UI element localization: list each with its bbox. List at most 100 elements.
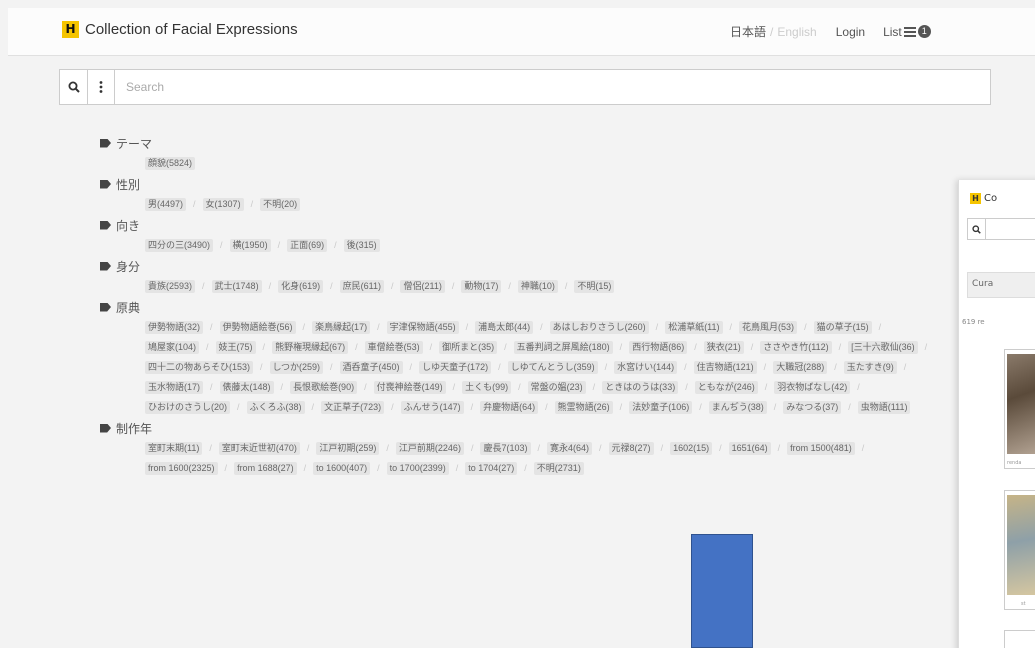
facet-filter-chip[interactable]: 酒呑童子(450) [339, 361, 403, 374]
facet-filter-chip[interactable]: 四分の三(3490) [145, 239, 214, 252]
facet-filter-chip[interactable]: 五番判詞之屏風絵(180) [513, 341, 613, 354]
chip-separator: / [334, 240, 337, 250]
facet-filter-chip[interactable]: 元禄8(27) [608, 442, 654, 455]
facet-filter-chip[interactable]: 花鳥風月(53) [739, 321, 798, 334]
facet-filter-chip[interactable]: 玉たすき(9) [843, 361, 897, 374]
brand[interactable]: H Collection of Facial Expressions [62, 21, 298, 38]
facet-filter-chip[interactable]: 男(4497) [145, 198, 187, 211]
facet-filter-chip[interactable]: 伊勢物語絵巻(56) [219, 321, 296, 334]
facet-filter-chip[interactable]: ときはのうは(33) [602, 381, 679, 394]
tag-icon [100, 423, 111, 433]
facet-filter-chip[interactable]: from 1600(2325) [145, 462, 218, 475]
facet-filter-chip[interactable]: 松浦草紙(11) [665, 321, 723, 334]
facet-filter-chip[interactable]: 宇津保物語(455) [386, 321, 459, 334]
facet-filter-chip[interactable]: 僧侶(211) [400, 280, 445, 293]
facet-filter-chip[interactable]: 妓王(75) [215, 341, 256, 354]
facet-filter-chip[interactable]: 慶長7(103) [480, 442, 531, 455]
facet-filter-chip[interactable]: ささやき竹(112) [760, 341, 832, 354]
facet-filter-chip[interactable]: 玉水物語(17) [145, 381, 204, 394]
facet-filter-chip[interactable]: 動物(17) [461, 280, 502, 293]
facet-filter-chip[interactable]: 寛永4(64) [547, 442, 593, 455]
facet-filter-chip[interactable]: 俵藤太(148) [219, 381, 274, 394]
facet-filter-chip[interactable]: 後(315) [343, 239, 380, 252]
result-thumbnail[interactable]: st [1004, 490, 1035, 610]
facet-filter-chip[interactable]: しゆてんとうし(359) [507, 361, 598, 374]
facet-filter-chip[interactable]: 熊野権現縁起(67) [272, 341, 349, 354]
facet-filter-chip[interactable]: 常盤の媼(23) [527, 381, 586, 394]
facet-filter-chip[interactable]: 猫の草子(15) [813, 321, 872, 334]
facet-filter-chip[interactable]: 付喪神絵巻(149) [373, 381, 446, 394]
facet-filter-chip[interactable]: 大職冠(288) [773, 361, 828, 374]
facet-filter-chip[interactable]: ひおけのさうし(20) [145, 401, 231, 414]
facet-filter-chip[interactable]: ともなが(246) [694, 381, 758, 394]
facet-filter-chip[interactable]: 御所まと(35) [439, 341, 498, 354]
facet-filter-chip[interactable]: 西行物語(86) [629, 341, 688, 354]
facet-filter-chip[interactable]: to 1704(27) [465, 462, 518, 475]
facet-filter-chip[interactable]: ふくろふ(38) [246, 401, 305, 414]
chip-separator: / [455, 463, 459, 473]
facet-filter-chip[interactable]: 室町末近世初(470) [218, 442, 300, 455]
facet-filter-chip[interactable]: from 1500(481) [787, 442, 855, 455]
facet-filter-chip[interactable]: まんぢう(38) [708, 401, 767, 414]
facet-filter-chip[interactable]: ふんせう(147) [400, 401, 464, 414]
facet-filter-chip[interactable]: 楽鳥縁起(17) [312, 321, 371, 334]
facet-filter-chip[interactable]: 化身(619) [278, 280, 324, 293]
facet-filter-chip[interactable]: 庶民(611) [339, 280, 384, 293]
result-thumbnail[interactable]: renda [1004, 349, 1035, 469]
facet-filter-chip[interactable]: 横(1950) [229, 239, 271, 252]
facet-filter-chip[interactable]: 水宮けい(144) [614, 361, 678, 374]
facet-filter-chip[interactable]: 弁慶物語(64) [480, 401, 539, 414]
facet-filter-chip[interactable]: to 1700(2399) [386, 462, 449, 475]
facet-filter-chip[interactable]: 文正草子(723) [321, 401, 385, 414]
facet-filter-chip[interactable]: 羽衣物ばなし(42) [774, 381, 851, 394]
facet-filter-chip[interactable]: from 1688(27) [234, 462, 297, 475]
facet-filter-chip[interactable]: 室町末期(11) [145, 442, 203, 455]
lang-japanese-link[interactable]: 日本語 [730, 23, 766, 40]
facet-filter-chip[interactable]: 浦島太郎(44) [475, 321, 534, 334]
facet-filter-chip[interactable]: 貴族(2593) [145, 280, 196, 293]
facet-filter-chip[interactable]: 四十二の物あらそひ(153) [145, 361, 254, 374]
facet-filter-chip[interactable]: 1651(64) [728, 442, 771, 455]
facet-filter-chip[interactable]: 武士(1748) [211, 280, 262, 293]
facet-filter-chip[interactable]: 長恨歌絵巻(90) [290, 381, 358, 394]
search-button[interactable] [60, 70, 88, 104]
facet-filter-chip[interactable]: 土くも(99) [462, 381, 512, 394]
facet-filter-chip[interactable]: 江戸初期(259) [316, 442, 380, 455]
facet-filter-chip[interactable]: みなつる(37) [783, 401, 842, 414]
facet-filter-chip[interactable]: あはしおりさうし(260) [549, 321, 649, 334]
facet-filter-chip[interactable]: 法妙童子(106) [629, 401, 693, 414]
facet-filter-chip[interactable]: 1602(15) [670, 442, 713, 455]
options-button[interactable] [88, 70, 115, 104]
facet-filter-chip[interactable]: to 1600(407) [313, 462, 371, 475]
facet-filter-chip[interactable]: 伊勢物語(32) [145, 321, 204, 334]
facet-filter-chip[interactable]: 狭衣(21) [703, 341, 744, 354]
secondary-brand[interactable]: H Co [970, 193, 997, 204]
facet-filter-chip[interactable]: 顔貌(5824) [145, 157, 196, 170]
facet-filter-chip[interactable]: 不明(15) [574, 280, 615, 293]
facet-filter-chip[interactable]: 神職(10) [517, 280, 558, 293]
facet-filter-chip[interactable]: 女(1307) [202, 198, 244, 211]
facet-filter-chip[interactable]: 熊霊物語(26) [554, 401, 613, 414]
secondary-search-button[interactable] [968, 219, 986, 239]
secondary-search-bar[interactable] [967, 218, 1035, 240]
facet-filter-chip[interactable]: 正面(69) [287, 239, 328, 252]
facet-filter-chip[interactable]: 江戸前期(2246) [395, 442, 464, 455]
facet-filter-chip[interactable]: 不明(20) [260, 198, 301, 211]
facet-filter-chip[interactable]: しつか(259) [269, 361, 324, 374]
list-link[interactable]: List 1 [883, 25, 931, 39]
chip-separator: / [508, 281, 511, 291]
facet-filter-chip[interactable]: 不明(2731) [533, 462, 584, 475]
result-thumbnail[interactable] [1004, 630, 1035, 648]
facet-filter-chip[interactable]: [三十六歌仙(36) [848, 341, 918, 354]
facet-filter-chip[interactable]: 虫物語(111) [857, 401, 911, 414]
facet-filter-chip[interactable]: 鳩屋家(104) [145, 341, 200, 354]
secondary-tab[interactable]: Cura [967, 272, 1035, 298]
search-input[interactable] [115, 70, 990, 104]
facet-filter-chip[interactable]: 住吉物語(121) [693, 361, 757, 374]
lang-english-link[interactable]: English [777, 25, 816, 39]
login-link[interactable]: Login [836, 25, 865, 39]
facet-filter-chip[interactable]: しゆ天童子(172) [419, 361, 492, 374]
site-title[interactable]: Collection of Facial Expressions [85, 21, 298, 38]
facet-filter-chip[interactable]: 車僧絵巻(53) [364, 341, 423, 354]
search-bar [59, 69, 991, 105]
